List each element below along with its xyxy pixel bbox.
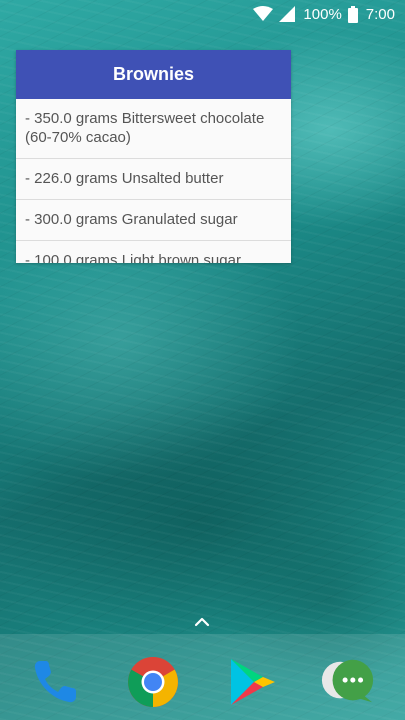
- recipe-widget[interactable]: Brownies - 350.0 grams Bittersweet choco…: [16, 50, 291, 263]
- ingredient-item[interactable]: - 100.0 grams Light brown sugar: [16, 241, 291, 263]
- messenger-app-icon[interactable]: [320, 654, 376, 710]
- status-bar: 100% 7:00: [0, 0, 405, 28]
- phone-app-icon[interactable]: [27, 654, 83, 710]
- dock: [0, 634, 405, 720]
- ingredient-list: - 350.0 grams Bittersweet chocolate (60-…: [16, 99, 291, 263]
- widget-title[interactable]: Brownies: [16, 50, 291, 99]
- battery-percent: 100%: [303, 5, 342, 23]
- chrome-app-icon[interactable]: [125, 654, 181, 710]
- ingredient-item[interactable]: - 226.0 grams Unsalted butter: [16, 159, 291, 200]
- ingredient-item[interactable]: - 350.0 grams Bittersweet chocolate (60-…: [16, 99, 291, 159]
- ingredient-item[interactable]: - 300.0 grams Granulated sugar: [16, 200, 291, 241]
- play-store-app-icon[interactable]: [224, 654, 280, 710]
- clock: 7:00: [365, 5, 395, 23]
- chevron-up-icon[interactable]: [193, 615, 211, 629]
- wifi-icon: [253, 6, 274, 22]
- battery-icon: [347, 5, 358, 23]
- cell-signal-icon: [279, 6, 296, 22]
